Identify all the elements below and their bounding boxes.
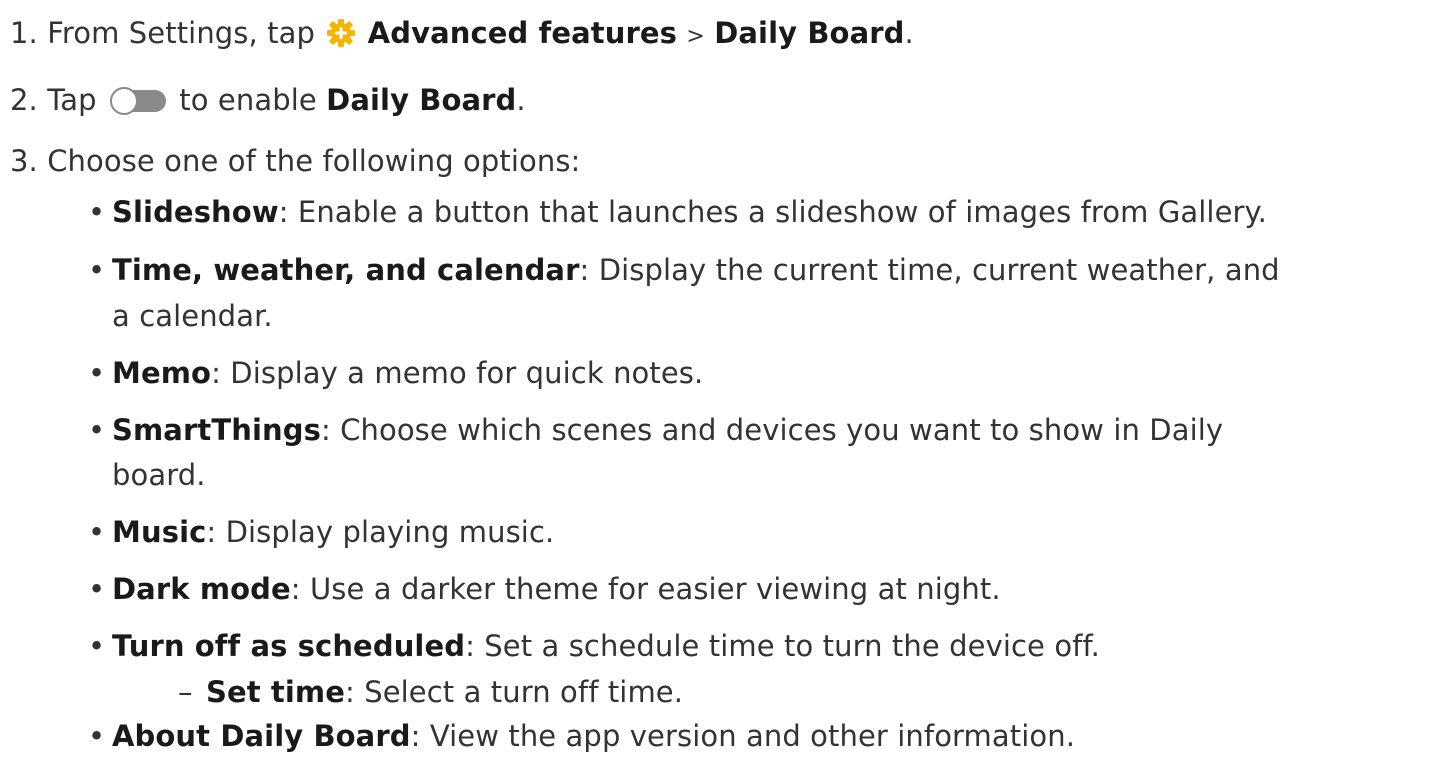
bullet: • (88, 629, 106, 663)
option-label: Music (112, 515, 207, 549)
option-desc: : Use a darker theme for easier viewing … (290, 572, 1001, 606)
option-memo: • Memo: Display a memo for quick notes. (88, 355, 703, 391)
option-desc: : Display playing music. (206, 515, 555, 549)
option-desc-continued: board. (112, 458, 206, 492)
step-number: 2. (10, 83, 38, 117)
step-number: 1. (10, 16, 38, 50)
step-number: 3. (10, 144, 38, 178)
step-text: Tap (47, 83, 97, 117)
option-time-weather-calendar: • Time, weather, and calendar: Display t… (88, 252, 1280, 288)
advanced-features-label: Advanced features (367, 16, 678, 50)
option-about-daily-board: • About Daily Board: View the app versio… (88, 718, 1075, 754)
option-music: • Music: Display playing music. (88, 514, 554, 550)
step-text: Choose one of the following options: (47, 144, 581, 178)
option-label: SmartThings (112, 413, 321, 447)
bullet: • (88, 195, 106, 229)
bullet: • (88, 356, 106, 390)
step-1: 1. From Settings, tap Advanced features … (10, 16, 914, 50)
option-smartthings: • SmartThings: Choose which scenes and d… (88, 412, 1223, 448)
sub-option-desc: : Select a turn off time. (345, 675, 684, 709)
option-label: Dark mode (112, 572, 291, 606)
option-turn-off-scheduled: • Turn off as scheduled: Set a schedule … (88, 628, 1100, 664)
daily-board-label: Daily Board (714, 16, 905, 50)
option-slideshow: • Slideshow: Enable a button that launch… (88, 194, 1267, 230)
gear-icon (327, 19, 356, 47)
sub-option-label: Set time (206, 675, 346, 709)
bullet: • (88, 515, 106, 549)
chevron-right-icon: > (686, 24, 705, 49)
dash: – (178, 675, 193, 709)
step-text: to enable (179, 83, 317, 117)
bullet: • (88, 572, 106, 606)
option-desc: : View the app version and other informa… (410, 719, 1076, 753)
sub-option-set-time: – Set time: Select a turn off time. (178, 674, 683, 710)
step-text: From Settings, tap (47, 16, 316, 50)
option-dark-mode: • Dark mode: Use a darker theme for easi… (88, 571, 1001, 607)
option-desc: : Display the current time, current weat… (579, 253, 1280, 287)
option-desc: : Set a schedule time to turn the device… (465, 629, 1100, 663)
option-desc-continued: a calendar. (112, 299, 273, 333)
toggle-switch-icon (109, 87, 166, 115)
daily-board-label: Daily Board (326, 83, 517, 117)
option-label: Memo (112, 356, 212, 390)
step-2: 2. Tap to enable Daily Board. (10, 83, 526, 117)
step-3: 3. Choose one of the following options: (10, 143, 580, 179)
bullet: • (88, 413, 106, 447)
option-label: Time, weather, and calendar (112, 253, 580, 287)
option-label: About Daily Board (112, 719, 411, 753)
bullet: • (88, 719, 106, 753)
bullet: • (88, 253, 106, 287)
option-desc: : Choose which scenes and devices you wa… (320, 413, 1224, 447)
option-desc: : Display a memo for quick notes. (211, 356, 704, 390)
option-label: Turn off as scheduled (112, 629, 466, 663)
option-label: Slideshow (112, 195, 279, 229)
option-desc: : Enable a button that launches a slides… (278, 195, 1267, 229)
